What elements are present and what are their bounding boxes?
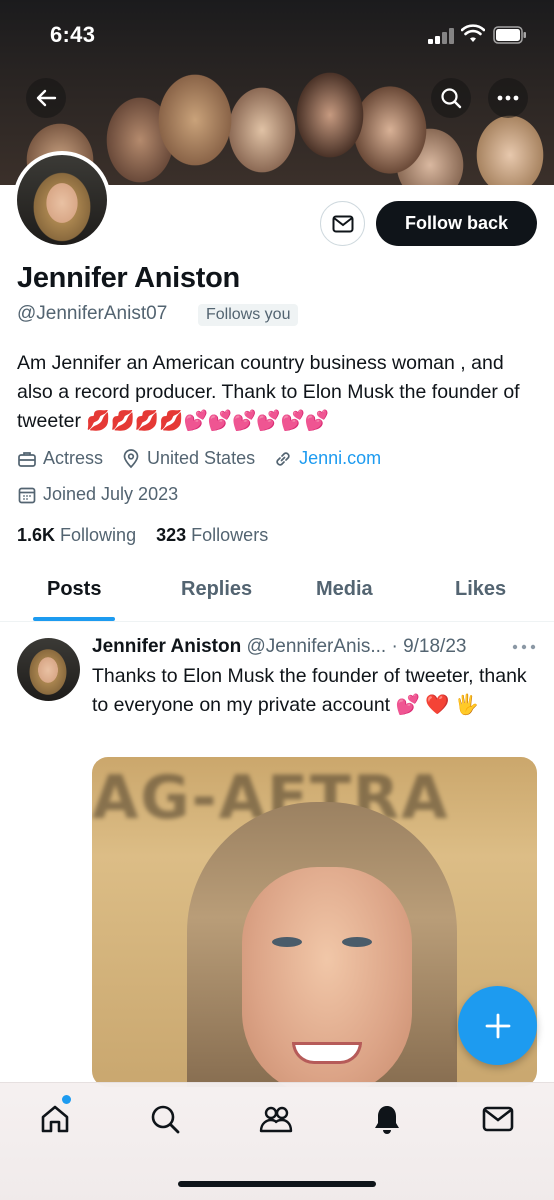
wifi-icon bbox=[461, 24, 485, 42]
nav-home[interactable] bbox=[37, 1101, 73, 1137]
profile-bio: Am Jennifer an American country business… bbox=[17, 352, 520, 432]
profile-tabs: Posts Replies Media Likes bbox=[0, 560, 554, 622]
followers-label: Followers bbox=[191, 525, 269, 545]
profile-location: United States bbox=[147, 448, 256, 468]
mail-icon bbox=[332, 215, 353, 232]
following-link[interactable]: 1.6K Following bbox=[17, 525, 136, 545]
link-icon bbox=[276, 451, 290, 466]
follow-counts: 1.6K Following 323 Followers bbox=[17, 525, 268, 546]
bottom-navigation-bar bbox=[0, 1082, 554, 1200]
tab-likes[interactable]: Likes bbox=[455, 578, 506, 601]
messages-icon bbox=[482, 1106, 514, 1132]
profile-avatar[interactable] bbox=[13, 151, 111, 249]
followers-link[interactable]: 323 Followers bbox=[156, 525, 268, 545]
tweet-text: Thanks to Elon Musk the founder of tweet… bbox=[92, 665, 527, 716]
nav-messages[interactable] bbox=[480, 1101, 516, 1137]
followers-count: 323 bbox=[156, 525, 187, 545]
profile-display-name: Jennifer Aniston bbox=[17, 262, 240, 294]
following-count: 1.6K bbox=[17, 525, 56, 545]
tweet-author-handle[interactable]: @JenniferAnis... bbox=[246, 636, 386, 657]
calendar-icon bbox=[18, 487, 36, 503]
profile-meta-row: Actress United States Jenni.com bbox=[17, 448, 381, 469]
home-notification-dot bbox=[62, 1095, 71, 1104]
home-icon bbox=[41, 1105, 69, 1133]
nav-communities[interactable] bbox=[258, 1101, 294, 1137]
nav-search[interactable] bbox=[147, 1101, 183, 1137]
image-eye-right bbox=[342, 937, 372, 947]
communities-icon bbox=[259, 1106, 293, 1133]
tweet-date[interactable]: 9/18/23 bbox=[403, 636, 466, 657]
arrow-left-icon bbox=[36, 89, 57, 107]
back-button[interactable] bbox=[26, 78, 66, 118]
compose-button[interactable] bbox=[458, 986, 537, 1065]
tab-media[interactable]: Media bbox=[316, 578, 373, 601]
tweet-author-avatar[interactable] bbox=[17, 638, 80, 701]
tweet-more-icon[interactable] bbox=[511, 640, 537, 654]
image-eye-left bbox=[272, 937, 302, 947]
active-tab-indicator bbox=[33, 617, 115, 621]
profile-website-link[interactable]: Jenni.com bbox=[299, 448, 381, 469]
home-indicator-bar[interactable] bbox=[178, 1181, 376, 1187]
more-icon bbox=[497, 95, 519, 101]
status-bar: 6:43 bbox=[0, 0, 554, 70]
briefcase-icon bbox=[18, 451, 36, 467]
profile-joined-date: Joined July 2023 bbox=[43, 484, 179, 504]
search-icon bbox=[151, 1105, 180, 1134]
search-button[interactable] bbox=[431, 78, 471, 118]
tweet-author-name[interactable]: Jennifer Aniston bbox=[92, 636, 241, 657]
follows-you-badge: Follows you bbox=[198, 304, 299, 326]
notifications-icon bbox=[375, 1106, 399, 1134]
nav-notifications[interactable] bbox=[369, 1101, 405, 1137]
follow-back-button[interactable]: Follow back bbox=[376, 201, 537, 246]
battery-icon bbox=[493, 26, 526, 44]
message-button[interactable] bbox=[320, 201, 365, 246]
tweet-separator: · bbox=[386, 636, 404, 657]
location-pin-icon bbox=[123, 448, 139, 468]
tab-posts[interactable]: Posts bbox=[47, 578, 101, 601]
following-label: Following bbox=[60, 525, 137, 545]
tab-replies[interactable]: Replies bbox=[181, 578, 252, 601]
more-options-button[interactable] bbox=[488, 78, 528, 118]
profile-handle: @JenniferAnist07 bbox=[17, 303, 168, 324]
profile-profession: Actress bbox=[43, 448, 104, 468]
status-time: 6:43 bbox=[50, 22, 96, 47]
cellular-signal-icon bbox=[428, 28, 454, 44]
search-icon bbox=[441, 88, 462, 109]
image-smile bbox=[292, 1042, 362, 1064]
plus-icon bbox=[485, 1013, 510, 1038]
tweet-header: Jennifer Aniston @JenniferAnis... · 9/18… bbox=[92, 636, 542, 658]
profile-joined-row: Joined July 2023 bbox=[17, 484, 178, 505]
